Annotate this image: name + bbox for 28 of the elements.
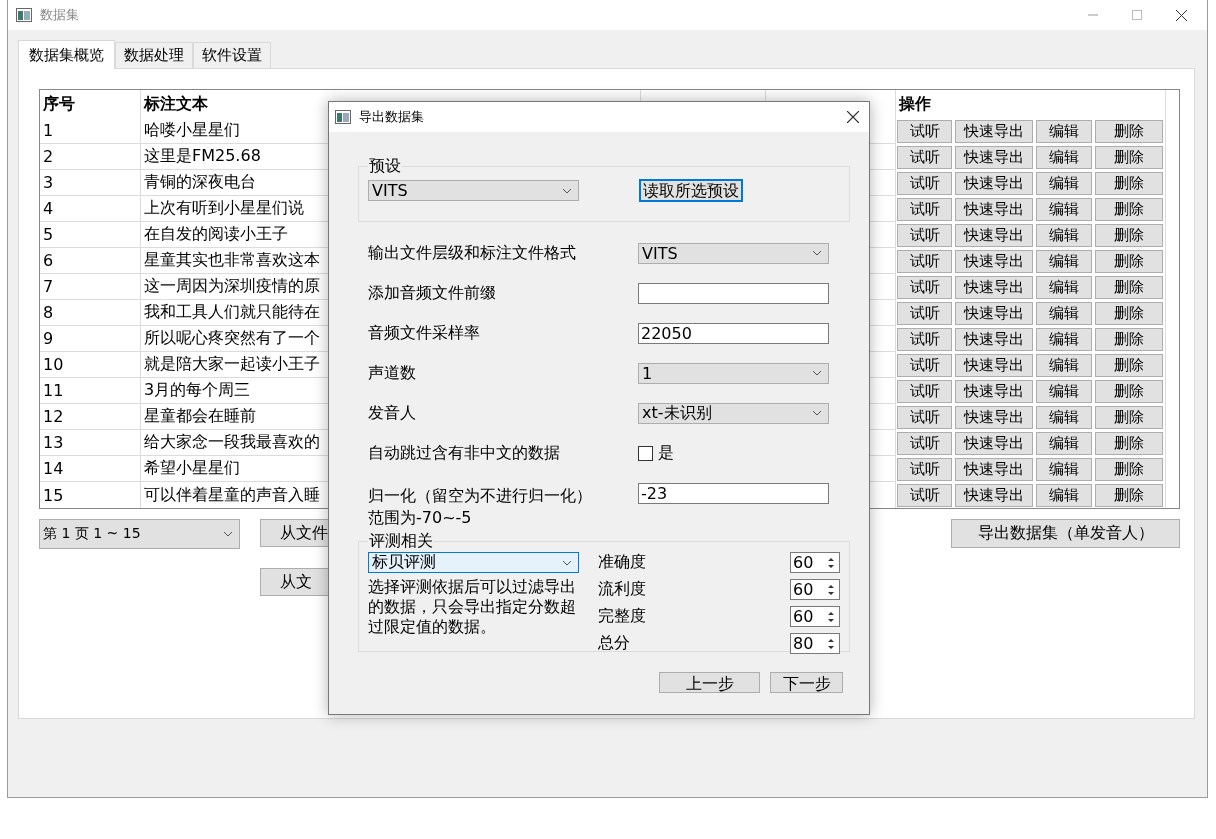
score-label: 准确度 (598, 552, 646, 573)
table-cell: 2 (40, 144, 141, 170)
window-title: 数据集 (40, 6, 79, 24)
table-cell: 10 (40, 352, 141, 378)
score-label: 总分 (598, 633, 630, 654)
table-cell: 6 (40, 248, 141, 274)
table-cell: 1 (40, 118, 141, 144)
column-header: 序号 (40, 90, 141, 118)
field-label: 发音人 (368, 401, 417, 424)
range-note: 范围为-70~-5 (368, 507, 472, 529)
group-title: 评测相关 (368, 531, 434, 552)
score-label: 完整度 (598, 606, 646, 627)
table-cell: 7 (40, 274, 141, 300)
table-cell: 11 (40, 378, 141, 404)
score-label: 流利度 (598, 579, 646, 600)
table-cell: 14 (40, 456, 141, 482)
table-cell: 4 (40, 196, 141, 222)
table-cell: 5 (40, 222, 141, 248)
column-header: 操作 (896, 90, 1166, 118)
table-cell: 3 (40, 170, 141, 196)
table-cell: 8 (40, 300, 141, 326)
table-cell: 9 (40, 326, 141, 352)
checkbox-label: 是 (658, 442, 674, 464)
table-cell: 13 (40, 430, 141, 456)
table-cell: 12 (40, 404, 141, 430)
field-label: 归一化（留空为不进行归一化） (368, 485, 592, 507)
description-text: 选择评测依据后可以过滤导出的数据，只会导出指定分数超过限定值的数据。 (368, 577, 577, 637)
table-cell: 15 (40, 482, 141, 508)
